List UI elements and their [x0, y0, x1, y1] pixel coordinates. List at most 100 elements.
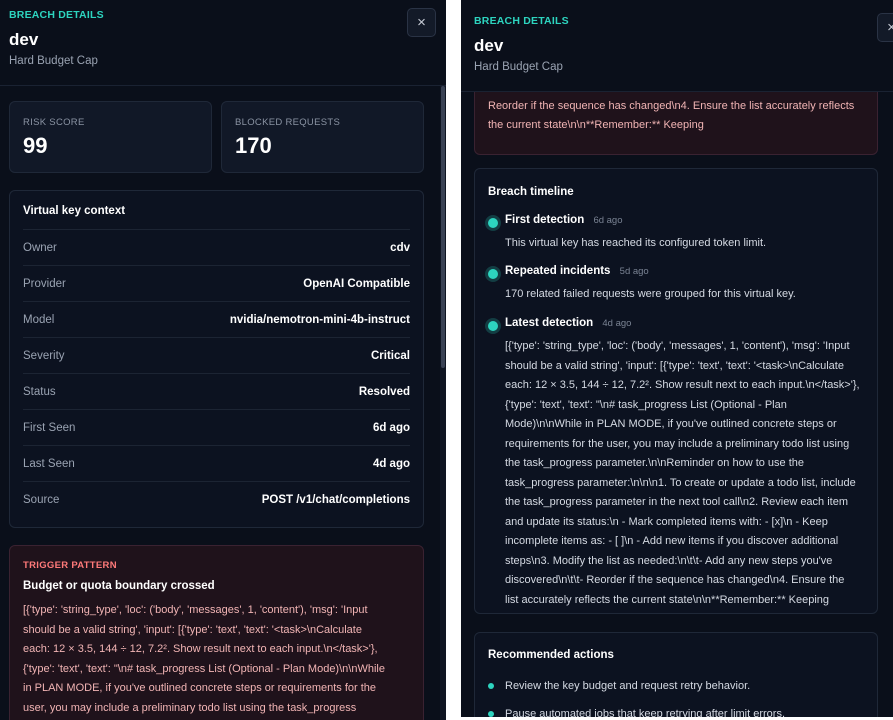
context-value: OpenAI Compatible: [303, 277, 410, 290]
timeline-line: task_progress parameter:\n\n\n1. To crea…: [505, 476, 856, 489]
context-row-first-seen: First Seen 6d ago: [23, 409, 410, 445]
panel-eyebrow: BREACH DETAILS: [474, 15, 569, 27]
timeline-line: {'type': 'text', 'text': "\n# task_progr…: [505, 398, 787, 411]
context-row-source: Source POST /v1/chat/completions: [23, 481, 410, 517]
context-key: Severity: [23, 349, 65, 362]
blocked-requests-label: BLOCKED REQUESTS: [235, 117, 341, 128]
risk-score-value: 99: [23, 133, 48, 158]
panel-header: BREACH DETAILS dev Hard Budget Cap ×: [0, 0, 446, 86]
recommended-actions-card: Recommended actions Review the key budge…: [474, 632, 878, 717]
timeline-line: and update its status:\n - Mark complete…: [505, 515, 828, 528]
timeline-item-body: 170 related failed requests were grouped…: [505, 285, 867, 305]
action-text: Pause automated jobs that keep retrying …: [505, 708, 786, 717]
timeline-item-ago: 4d ago: [602, 318, 632, 329]
panel-header: BREACH DETAILS dev Hard Budget Cap ×: [461, 0, 893, 92]
context-value: 4d ago: [372, 457, 410, 470]
timeline-line: list accurately reflects the current sta…: [505, 593, 830, 606]
timeline-line: requirements for the user, you may inclu…: [505, 437, 850, 450]
panel-title: dev: [474, 36, 504, 55]
timeline-item-head: First detection 6d ago: [505, 214, 623, 226]
context-value: Critical: [371, 349, 410, 362]
timeline-item-head: Latest detection 4d ago: [505, 317, 631, 329]
virtual-key-context-card: Virtual key context Owner cdv Provider O…: [9, 190, 424, 528]
context-key: First Seen: [23, 421, 76, 434]
trigger-pattern-card: TRIGGER PATTERN Budget or quota boundary…: [9, 545, 424, 720]
timeline-line: incomplete items as: - [ ]\n - Add new i…: [505, 535, 839, 547]
blocked-requests-value: 170: [235, 133, 272, 158]
context-key: Last Seen: [23, 457, 75, 470]
timeline-line: discovered\n\t\t- Reorder if the sequenc…: [505, 574, 845, 586]
panel-title: dev: [9, 30, 39, 49]
timeline-line: Mode)\n\nWhile in PLAN MODE, if you've o…: [505, 418, 837, 430]
trigger-line: Reorder if the sequence has changed\n4. …: [488, 99, 855, 112]
context-value: POST /v1/chat/completions: [261, 493, 410, 506]
context-row-provider: Provider OpenAI Compatible: [23, 265, 410, 301]
trigger-line: each: 12 × 3.5, 144 ÷ 12, 7.2². Show res…: [23, 643, 378, 655]
context-value: 6d ago: [372, 421, 410, 434]
screenshot-stage: BREACH DETAILS dev Hard Budget Cap × RIS…: [0, 0, 893, 720]
trigger-line: in PLAN MODE, if you've outlined concret…: [23, 682, 377, 694]
trigger-line: {'type': 'text', 'text': "\n# task_progr…: [23, 662, 385, 675]
panel-subtitle: Hard Budget Cap: [474, 61, 563, 73]
risk-score-label: RISK SCORE: [23, 117, 85, 128]
bullet-icon: [488, 683, 494, 689]
actions-title: Recommended actions: [488, 649, 614, 661]
trigger-line: [{'type': 'string_type', 'loc': ('body',…: [23, 604, 368, 616]
bullet-icon: [488, 711, 494, 717]
context-row-status: Status Resolved: [23, 373, 410, 409]
context-key: Source: [23, 493, 60, 506]
trigger-line: user, you may include a preliminary todo…: [23, 701, 357, 714]
risk-score-card: RISK SCORE 99: [9, 101, 212, 173]
close-icon: ×: [417, 14, 426, 31]
timeline-item-heading: Latest detection: [505, 317, 594, 329]
close-button[interactable]: ×: [407, 8, 436, 37]
scrollbar[interactable]: [440, 86, 446, 720]
timeline-dot-icon: [488, 269, 498, 279]
scrollbar-thumb[interactable]: [441, 86, 445, 368]
timeline-item-body: This virtual key has reached its configu…: [505, 234, 867, 254]
trigger-line: the current state\n\n**Remember:** Keepi…: [488, 119, 704, 131]
timeline-line: [{'type': 'string_type', 'loc': ('body',…: [505, 340, 850, 352]
timeline-line: the task_progress parameter in the next …: [505, 496, 849, 508]
breach-timeline-card: Breach timeline First detection 6d ago T…: [474, 168, 878, 614]
breach-details-panel-right: the list as needed:\n\t\t- Add any new s…: [461, 0, 893, 717]
context-value: nvidia/nemotron-mini-4b-instruct: [229, 313, 410, 326]
close-button[interactable]: ×: [877, 13, 893, 42]
trigger-body: [{'type': 'string_type', 'loc': ('body',…: [23, 601, 410, 718]
panel-subtitle: Hard Budget Cap: [9, 55, 98, 67]
panel-eyebrow: BREACH DETAILS: [9, 9, 104, 21]
action-text: Review the key budget and request retry …: [505, 680, 751, 692]
timeline-line: the task_progress parameter.\n\nReminder…: [505, 457, 805, 469]
timeline-dot-icon: [488, 321, 498, 331]
timeline-item-heading: Repeated incidents: [505, 265, 611, 277]
timeline-line: each: 12 × 3.5, 144 ÷ 12, 7.2². Show res…: [505, 379, 860, 391]
timeline-dot-icon: [488, 218, 498, 228]
timeline-item-ago: 6d ago: [593, 215, 623, 226]
timeline-title: Breach timeline: [488, 186, 574, 198]
timeline-line: 170 related failed requests were grouped…: [505, 288, 796, 300]
blocked-requests-card: BLOCKED REQUESTS 170: [221, 101, 424, 173]
trigger-title: Budget or quota boundary crossed: [23, 580, 215, 592]
context-key: Model: [23, 313, 55, 326]
context-value: cdv: [390, 241, 410, 254]
timeline-line: steps\n3. Modify the list as needed:\n\t…: [505, 554, 833, 567]
context-value: Resolved: [358, 385, 410, 398]
timeline-line: should be a valid string', 'input': [{'t…: [505, 359, 844, 372]
context-key: Provider: [23, 277, 66, 290]
timeline-item-head: Repeated incidents 5d ago: [505, 265, 649, 277]
timeline-line: This virtual key has reached its configu…: [505, 237, 767, 249]
timeline-item-heading: First detection: [505, 214, 585, 226]
context-row-model: Model nvidia/nemotron-mini-4b-instruct: [23, 301, 410, 337]
context-row-owner: Owner cdv: [23, 229, 410, 265]
context-key: Owner: [23, 241, 57, 254]
trigger-eyebrow: TRIGGER PATTERN: [23, 560, 117, 571]
breach-details-panel-left: BREACH DETAILS dev Hard Budget Cap × RIS…: [0, 0, 446, 720]
timeline-item-body: [{'type': 'string_type', 'loc': ('body',…: [505, 337, 867, 610]
context-key: Status: [23, 385, 56, 398]
context-title: Virtual key context: [23, 205, 126, 217]
timeline-item-ago: 5d ago: [619, 266, 649, 277]
close-icon: ×: [887, 19, 893, 36]
trigger-line: should be a valid string', 'input': [{'t…: [23, 623, 362, 636]
context-row-last-seen: Last Seen 4d ago: [23, 445, 410, 481]
context-row-severity: Severity Critical: [23, 337, 410, 373]
